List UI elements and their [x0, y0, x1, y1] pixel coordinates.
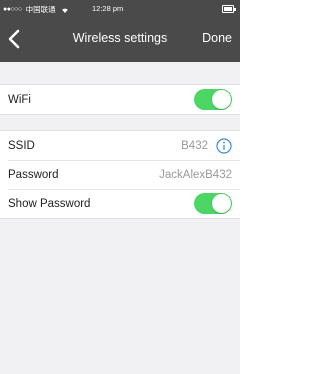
screen: ●●○○○ 中国联通 12:28 pm Wireless settings Do… [0, 0, 240, 374]
done-button[interactable]: Done [202, 31, 232, 45]
wifi-toggle[interactable] [194, 89, 232, 110]
status-bar: ●●○○○ 中国联通 12:28 pm [0, 0, 240, 17]
wifi-group: WiFi [0, 84, 240, 115]
wifi-status-icon [61, 8, 68, 13]
toggle-knob [212, 90, 231, 109]
signal-strength-icon: ●●○○○ [3, 6, 22, 13]
ssid-label: SSID [8, 139, 35, 152]
password-label: Password [8, 168, 59, 181]
wifi-label: WiFi [8, 93, 31, 106]
show-password-label: Show Password [8, 197, 91, 210]
toggle-knob [212, 194, 231, 213]
navigation-bar: Wireless settings Done [0, 17, 240, 62]
info-icon[interactable] [216, 137, 232, 154]
network-group: SSID B432 Password JackAlexB432 Show Pas… [0, 130, 240, 219]
status-left: ●●○○○ 中国联通 [3, 4, 69, 15]
status-time: 12:28 pm [92, 4, 124, 13]
wifi-row: WiFi [0, 85, 240, 114]
ssid-value: B432 [181, 139, 208, 152]
password-value[interactable]: JackAlexB432 [159, 169, 232, 181]
password-row: Password JackAlexB432 [0, 160, 240, 189]
show-password-row: Show Password [0, 189, 240, 218]
show-password-toggle[interactable] [194, 193, 232, 214]
ssid-row: SSID B432 [0, 131, 240, 160]
battery-icon [222, 5, 236, 13]
carrier-label: 中国联通 [25, 5, 56, 14]
